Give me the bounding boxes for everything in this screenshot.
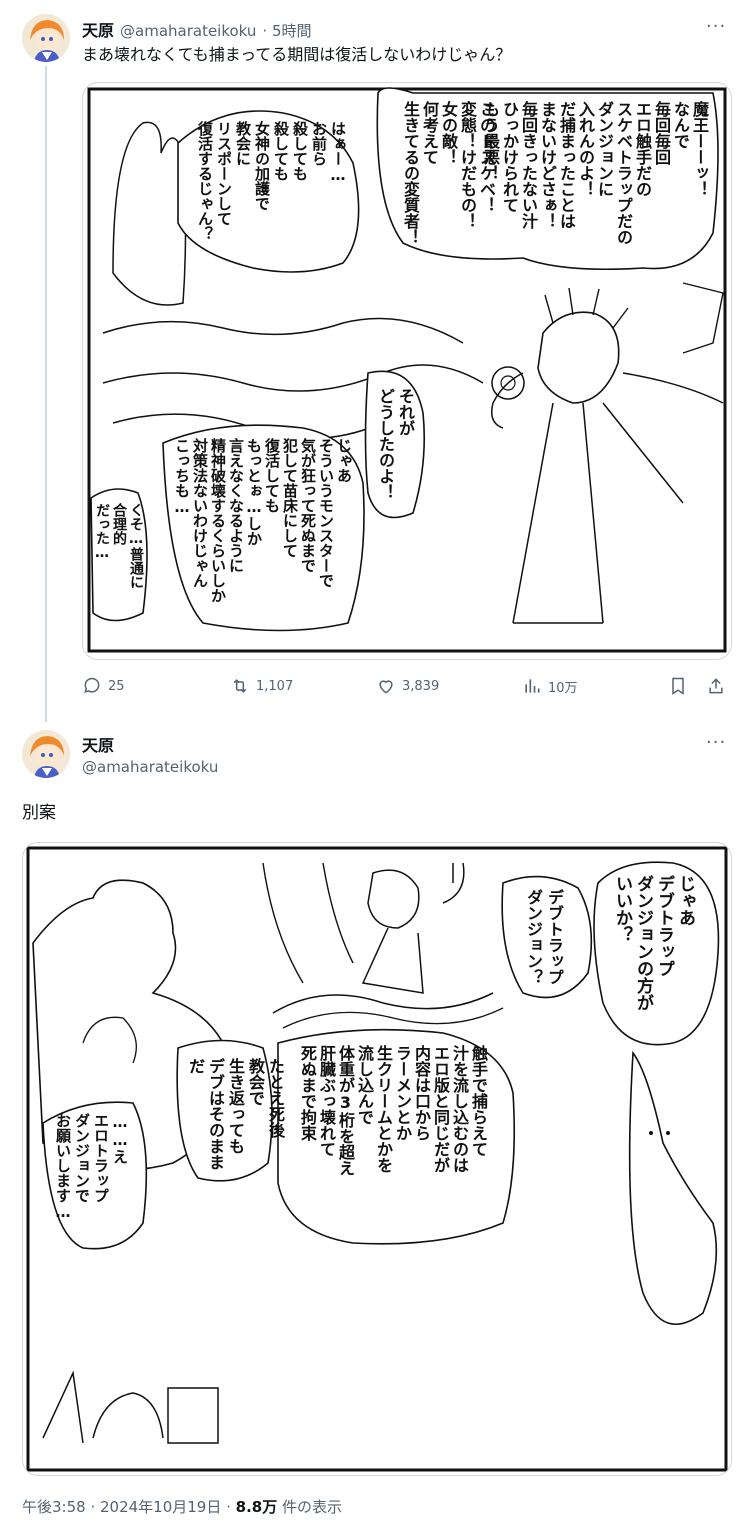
- tweet-timestamp[interactable]: 午後3:58 · 2024年10月19日 · 8.8万 件の表示: [22, 1496, 342, 1517]
- manga-image-2[interactable]: じゃあ デブトラップ ダンジョンの方が いいか？ デブトラップ ダンジョン？ 触…: [22, 842, 732, 1476]
- like-count: 3,839: [402, 678, 440, 694]
- manga-image-1[interactable]: 魔王ーーッ！ なんで 毎回毎回 エロ触手だの スケベトラップだの ダンジョンに …: [82, 82, 732, 660]
- speech-bubble-hah: はぁー… お前ら 殺しても 殺しても 女神の加護で 教会に リスポーンして 復活…: [196, 121, 347, 241]
- author-handle[interactable]: @amaharateikoku: [82, 758, 218, 776]
- tweet-time[interactable]: · 5時間: [262, 20, 311, 41]
- tweet-text: 別案: [22, 803, 56, 823]
- retweet-button[interactable]: 1,107: [230, 676, 293, 696]
- reply-icon: [84, 677, 100, 693]
- speech-bubble-maou: 魔王ーーッ！ なんで 毎回毎回 エロ触手だの スケベトラップだの ダンジョンに …: [481, 101, 709, 245]
- speech-bubble-tatoe: たとえ死後 教会で 生き返っても デブはそのままだ: [186, 1058, 285, 1170]
- views-button[interactable]: 10万: [522, 676, 578, 696]
- more-options-button[interactable]: ···: [706, 16, 726, 37]
- more-options-button[interactable]: ···: [706, 732, 726, 753]
- author-handle[interactable]: @amaharateikoku: [120, 22, 256, 40]
- share-button[interactable]: [706, 676, 726, 696]
- avatar[interactable]: [22, 14, 70, 62]
- speech-bubble-erotrap: ……え エロトラップ ダンジョンで お願いします…: [54, 1113, 129, 1221]
- tweet-text: まあ壊れなくても捕まってる期間は復活しないわけじゃん？: [82, 45, 512, 64]
- share-icon: [709, 678, 723, 694]
- author-name[interactable]: 天原: [82, 17, 114, 41]
- speech-bubble-debu: デブトラップ ダンジョン？: [524, 889, 564, 985]
- heart-icon: [379, 680, 393, 694]
- speech-bubble-jaa: じゃあ そういうモンスターで 気が狂って死ぬまで 犯して苗床にして 復活しても …: [173, 438, 353, 603]
- analytics-icon: [525, 679, 540, 693]
- tweet-datetime[interactable]: 午後3:58 · 2024年10月19日 ·: [22, 1498, 236, 1516]
- speech-bubble-shokushu: 触手で捕らえて 汁を流し込むのは エロ版と同じだが 内容は口から ラーメンとか …: [298, 1045, 488, 1176]
- views-label: 件の表示: [277, 1498, 343, 1516]
- speech-bubble-kuso: くそ…普通に 合理的 だった…: [94, 503, 144, 589]
- views-count: 10万: [548, 680, 578, 696]
- bookmark-button[interactable]: [668, 676, 688, 696]
- like-button[interactable]: 3,839: [376, 676, 439, 696]
- reply-button[interactable]: 25: [82, 676, 125, 696]
- reply-count: 25: [108, 678, 125, 694]
- speech-bubble-jaa: じゃあ デブトラップ ダンジョンの方が いいか？: [612, 875, 695, 1011]
- speech-bubble-sorega: それが どうしたのよ！: [376, 388, 415, 500]
- speech-bubble-dosukebe: このドスケベ！ 変態！けだもの！ 女の敵！ 何考えて 生きてるの変質者！: [401, 101, 496, 245]
- avatar[interactable]: [22, 730, 70, 778]
- author-name[interactable]: 天原: [82, 732, 114, 756]
- retweet-icon: [233, 679, 247, 693]
- thread-line: [45, 66, 47, 722]
- retweet-count: 1,107: [256, 678, 294, 694]
- views-total: 8.8万: [235, 1498, 278, 1516]
- bookmark-icon: [672, 677, 684, 695]
